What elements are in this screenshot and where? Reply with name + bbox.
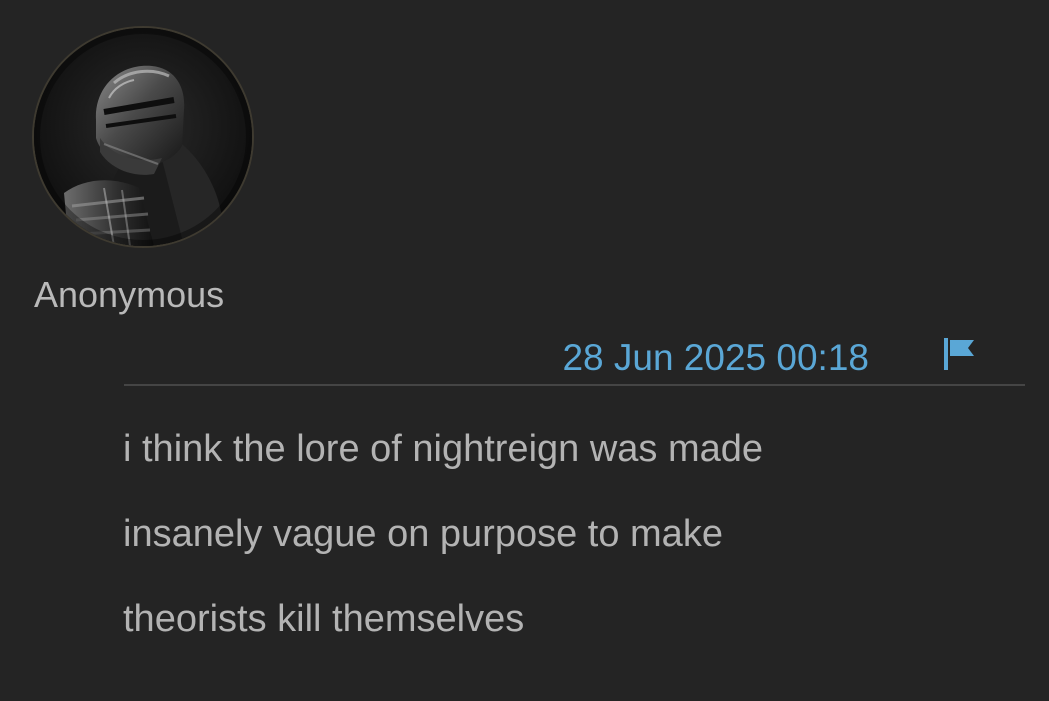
post-body-line: insanely vague on purpose to make: [123, 513, 723, 555]
flag-icon: [944, 338, 974, 370]
post-page: { "post": { "author": "Anonymous", "avat…: [0, 0, 1049, 701]
avatar[interactable]: [34, 28, 252, 246]
post-timestamp[interactable]: 28 Jun 2025 00:18: [562, 336, 869, 380]
knight-helmet-avatar-icon: [34, 28, 252, 246]
report-flag-button[interactable]: [940, 336, 980, 372]
author-name[interactable]: Anonymous: [34, 273, 224, 317]
post-body-line: i think the lore of nightreign was made: [123, 428, 764, 470]
post-body-line: theorists kill themselves: [123, 598, 525, 640]
post-body: i think the lore of nightreign was made …: [123, 428, 1003, 689]
post-meta-row: 28 Jun 2025 00:18: [124, 330, 1025, 386]
